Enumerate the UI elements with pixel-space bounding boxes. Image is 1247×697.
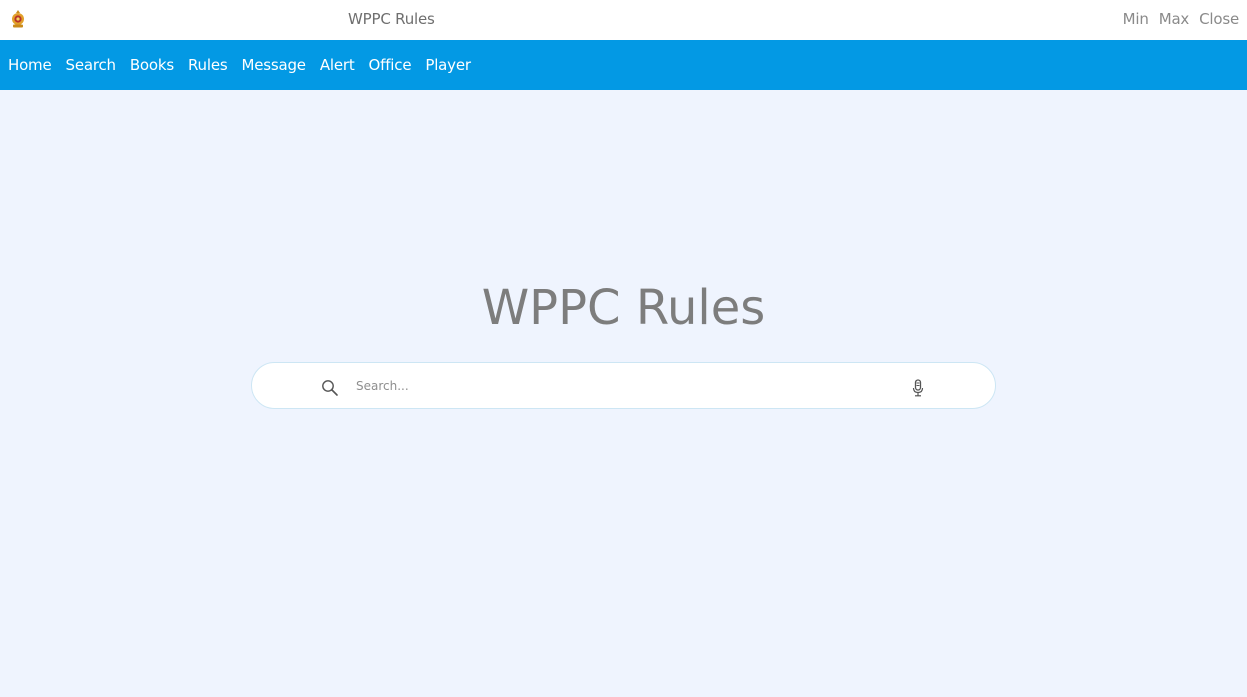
nav-item-home[interactable]: Home	[8, 56, 52, 74]
nav-item-player[interactable]: Player	[425, 56, 471, 74]
microphone-icon[interactable]	[912, 379, 924, 397]
nav-item-office[interactable]: Office	[369, 56, 412, 74]
maximize-button[interactable]: Max	[1159, 10, 1190, 28]
window-controls: Min Max Close	[1123, 10, 1240, 28]
search-input[interactable]	[356, 373, 896, 399]
emblem-icon	[12, 10, 24, 28]
nav-item-alert[interactable]: Alert	[320, 56, 355, 74]
nav-item-rules[interactable]: Rules	[188, 56, 228, 74]
nav-item-search[interactable]: Search	[66, 56, 117, 74]
window-title: WPPC Rules	[348, 10, 435, 28]
search-bar	[251, 362, 996, 409]
nav-item-books[interactable]: Books	[130, 56, 174, 74]
close-button[interactable]: Close	[1199, 10, 1239, 28]
nav-item-message[interactable]: Message	[241, 56, 306, 74]
main-nav: Home Search Books Rules Message Alert Of…	[0, 40, 1247, 90]
minimize-button[interactable]: Min	[1123, 10, 1149, 28]
title-bar: WPPC Rules Min Max Close	[0, 0, 1247, 40]
page-title: WPPC Rules	[481, 280, 766, 336]
search-icon[interactable]	[321, 379, 339, 397]
